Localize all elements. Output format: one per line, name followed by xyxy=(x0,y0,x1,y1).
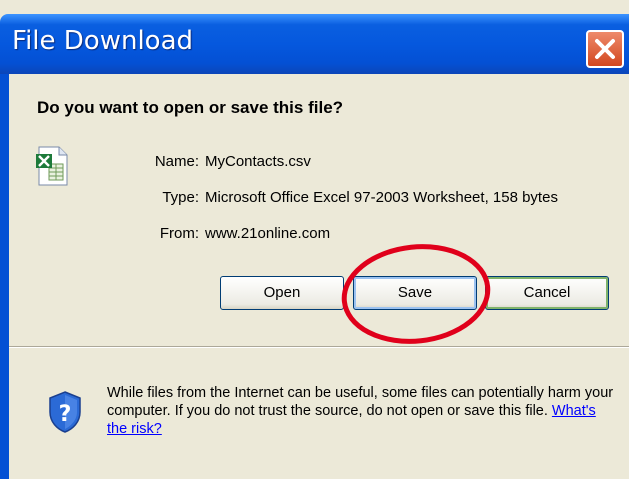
window-border xyxy=(0,74,9,479)
close-icon xyxy=(595,39,615,59)
type-value: Microsoft Office Excel 97-2003 Worksheet… xyxy=(205,189,558,206)
type-label: Type: xyxy=(162,189,199,206)
close-button[interactable] xyxy=(586,30,624,68)
title-bar[interactable]: File Download xyxy=(0,14,629,74)
from-label: From: xyxy=(159,225,199,242)
dialog-question: Do you want to open or save this file? xyxy=(37,98,344,117)
security-warning: While files from the Internet can be use… xyxy=(107,384,617,438)
name-value: MyContacts.csv xyxy=(205,153,311,170)
open-button[interactable]: Open xyxy=(220,276,344,310)
from-value: www.21online.com xyxy=(205,225,331,242)
dialog-body: Do you want to open or save this file? N… xyxy=(9,74,629,479)
excel-file-icon xyxy=(36,146,68,186)
file-download-window: File Download Do you want to open or sav… xyxy=(0,0,629,479)
shield-question-icon: ? xyxy=(49,391,81,433)
window-title: File Download xyxy=(12,26,194,56)
save-button[interactable]: Save xyxy=(353,276,477,310)
svg-text:?: ? xyxy=(59,402,72,427)
divider xyxy=(9,346,629,348)
warning-text: While files from the Internet can be use… xyxy=(107,385,614,419)
name-label: Name: xyxy=(154,153,199,170)
cancel-button[interactable]: Cancel xyxy=(485,276,609,310)
